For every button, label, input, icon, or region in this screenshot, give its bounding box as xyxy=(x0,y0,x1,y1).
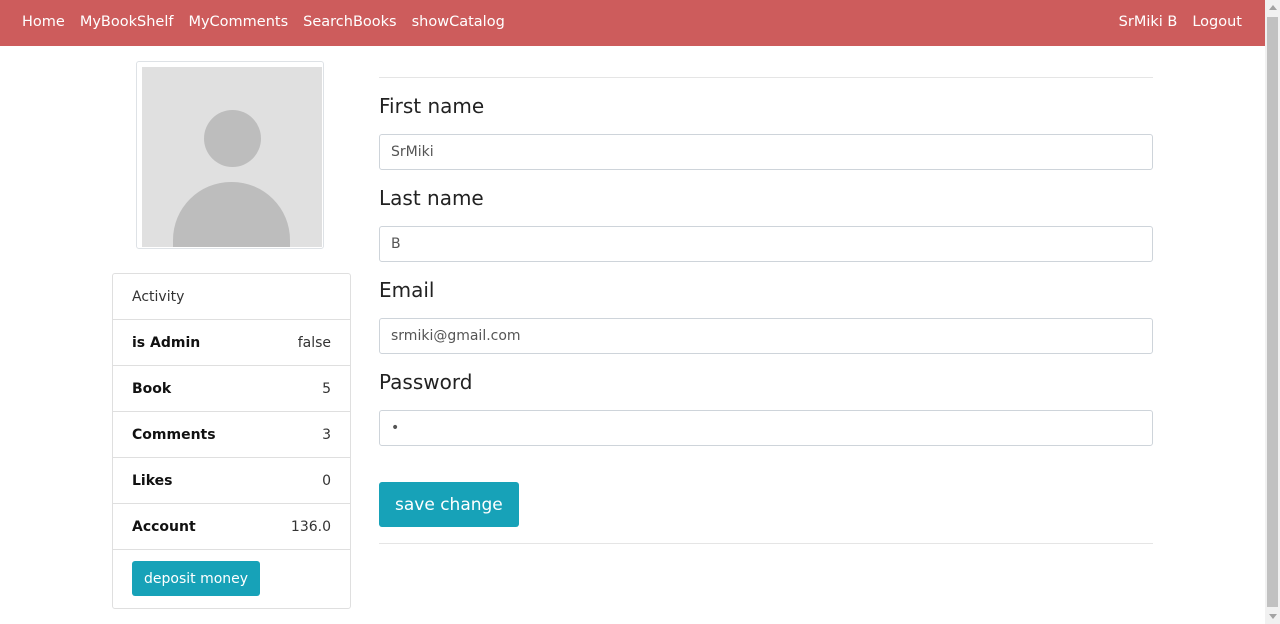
first-name-label: First name xyxy=(379,94,485,118)
vertical-scrollbar[interactable] xyxy=(1265,0,1280,624)
row-label: is Admin xyxy=(132,334,201,351)
activity-footer: deposit money xyxy=(113,550,350,607)
avatar-body xyxy=(173,182,290,247)
row-value: 0 xyxy=(322,472,331,489)
avatar-head xyxy=(204,110,261,167)
divider-bottom xyxy=(379,543,1153,544)
activity-title: Activity xyxy=(113,274,350,320)
activity-row-book: Book 5 xyxy=(113,366,350,412)
first-name-field[interactable] xyxy=(379,134,1153,170)
nav-link-mybookshelf[interactable]: MyBookShelf xyxy=(80,14,174,30)
row-label: Likes xyxy=(132,472,173,489)
password-field[interactable] xyxy=(379,410,1153,446)
row-label: Comments xyxy=(132,426,216,443)
scroll-up-arrow-icon[interactable] xyxy=(1269,5,1277,10)
last-name-field[interactable] xyxy=(379,226,1153,262)
nav-link-showcatalog[interactable]: showCatalog xyxy=(412,14,505,30)
nav-right-links: SrMiki B Logout xyxy=(1104,0,1242,44)
activity-row-account: Account 136.0 xyxy=(113,504,350,550)
row-label: Book xyxy=(132,380,172,397)
top-navbar: Home MyBookShelf MyComments SearchBooks … xyxy=(0,0,1265,46)
user-silhouette-icon xyxy=(142,67,322,247)
nav-logout-link[interactable]: Logout xyxy=(1192,14,1242,30)
activity-card: Activity is Admin false Book 5 Comments … xyxy=(112,273,351,609)
divider-top xyxy=(379,77,1153,78)
nav-link-mycomments[interactable]: MyComments xyxy=(188,14,288,30)
email-label: Email xyxy=(379,278,435,302)
activity-row-comments: Comments 3 xyxy=(113,412,350,458)
row-value: 5 xyxy=(322,380,331,397)
scroll-thumb[interactable] xyxy=(1267,17,1278,607)
avatar-frame xyxy=(136,61,324,249)
save-change-button[interactable]: save change xyxy=(379,482,519,527)
nav-link-home[interactable]: Home xyxy=(22,14,65,30)
nav-user-name[interactable]: SrMiki B xyxy=(1119,14,1178,30)
row-label: Account xyxy=(132,518,196,535)
deposit-money-button[interactable]: deposit money xyxy=(132,561,261,596)
row-value: false xyxy=(297,334,331,351)
row-value: 136.0 xyxy=(290,518,331,535)
activity-row-likes: Likes 0 xyxy=(113,458,350,504)
email-field[interactable] xyxy=(379,318,1153,354)
scroll-down-arrow-icon[interactable] xyxy=(1269,614,1277,619)
row-value: 3 xyxy=(322,426,331,443)
activity-row-is-admin: is Admin false xyxy=(113,320,350,366)
last-name-label: Last name xyxy=(379,186,484,210)
password-label: Password xyxy=(379,370,473,394)
nav-link-searchbooks[interactable]: SearchBooks xyxy=(303,14,396,30)
nav-left-links: Home MyBookShelf MyComments SearchBooks … xyxy=(22,0,520,44)
